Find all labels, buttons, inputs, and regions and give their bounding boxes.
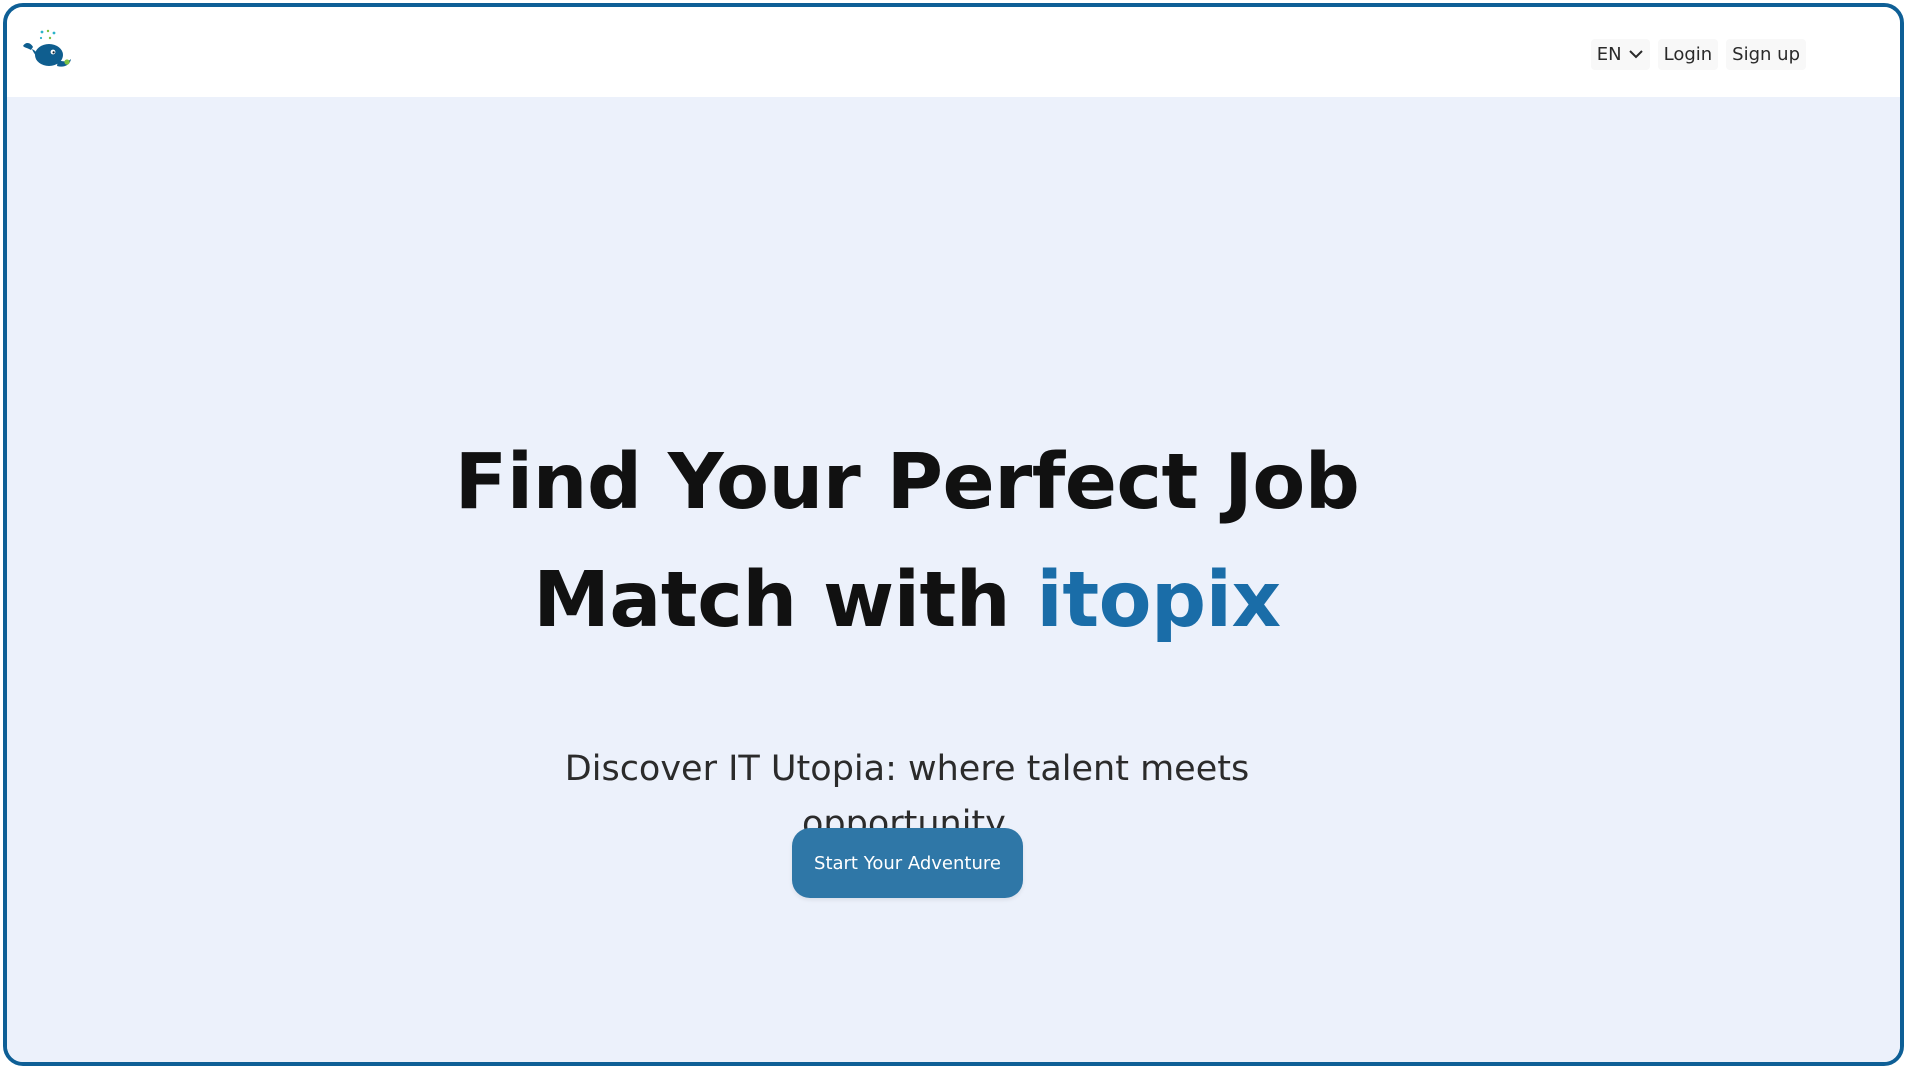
whale-icon[interactable] — [20, 29, 72, 71]
browser-frame: EN Login Sign up Find Your Perfect Job M… — [3, 3, 1904, 1066]
hero-headline: Find Your Perfect Job Match with itopix — [7, 424, 1807, 660]
subtitle-line-1: Discover IT Utopia: where talent meets — [564, 749, 1250, 789]
headline-line-1: Find Your Perfect Job — [454, 438, 1360, 527]
nav-actions: EN Login Sign up — [1590, 37, 1806, 71]
brand-name: itopix — [1036, 556, 1281, 645]
headline-line-2-prefix: Match with — [533, 556, 1037, 645]
hero-section: Find Your Perfect Job Match with itopix … — [7, 97, 1900, 1062]
login-link[interactable]: Login — [1657, 38, 1719, 70]
top-navbar: EN Login Sign up — [7, 7, 1900, 97]
language-selector[interactable]: EN — [1590, 38, 1650, 70]
start-adventure-button[interactable]: Start Your Adventure — [792, 828, 1023, 898]
chevron-down-icon — [1628, 50, 1643, 59]
signup-link[interactable]: Sign up — [1726, 38, 1806, 70]
language-selected-label: EN — [1596, 43, 1622, 65]
